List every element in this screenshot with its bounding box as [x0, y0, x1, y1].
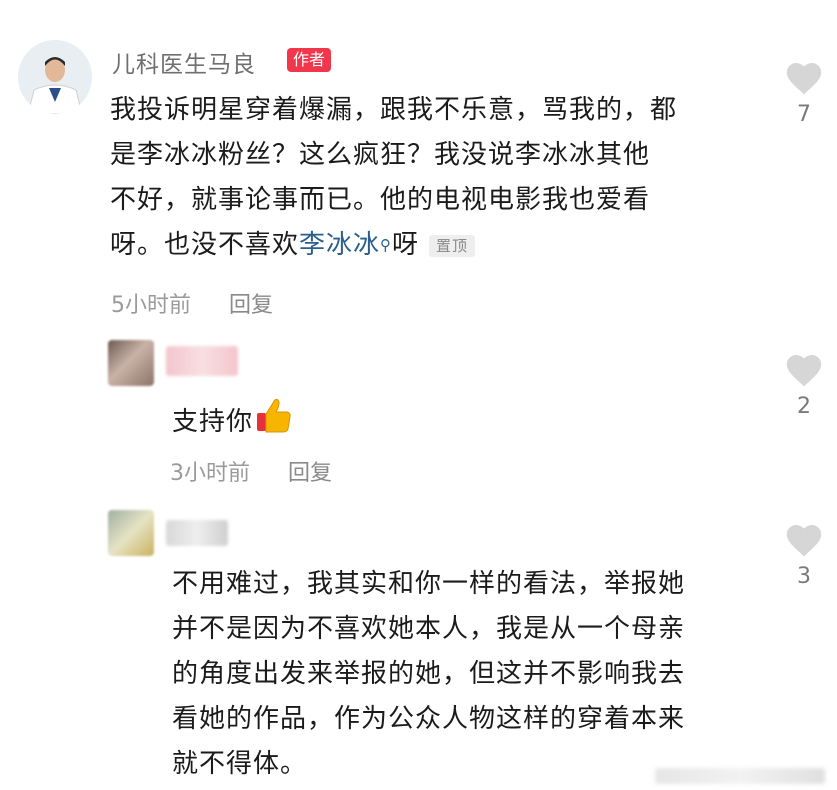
watermark-blurred: [655, 768, 825, 784]
reply-line: 不用难过，我其实和你一样的看法，举报她: [172, 569, 686, 599]
comment-author-name[interactable]: 儿科医生马良: [112, 45, 256, 79]
comment-line: 我投诉明星穿着爆漏，跟我不乐意，骂我的，都: [110, 95, 678, 125]
like-count: 2: [797, 394, 811, 419]
doctor-avatar-image: [18, 40, 92, 114]
reply-text: 支持你: [172, 395, 293, 450]
heart-icon: [779, 60, 829, 96]
comment-time: 5小时前: [111, 293, 191, 318]
like-count: 7: [797, 102, 811, 127]
reply-text: 不用难过，我其实和你一样的看法，举报她 并不是因为不喜欢她本人，我是从一个母亲 …: [172, 562, 772, 787]
author-badge: 作者: [287, 48, 332, 72]
reply-meta: 3小时前 回复: [170, 455, 332, 487]
like-button[interactable]: 7: [779, 60, 829, 127]
reply-line: 并不是因为不喜欢她本人，我是从一个母亲: [172, 614, 686, 644]
reply-line: 的角度出发来举报的她，但这并不影响我去: [172, 659, 686, 689]
heart-icon: [779, 352, 829, 388]
doctor-avatar[interactable]: [18, 40, 92, 114]
comment-line: 呀。也没不喜欢李冰冰⚲呀 置顶: [110, 223, 770, 268]
heart-icon: [779, 522, 829, 558]
user-name-blurred[interactable]: [166, 346, 238, 376]
thumbs-up-icon: [255, 395, 293, 450]
like-button[interactable]: 3: [779, 522, 829, 589]
reply-line: 看她的作品，作为公众人物这样的穿着本来: [172, 704, 686, 734]
comment-line: 不好，就事论事而已。他的电视电影我也爱看: [110, 185, 651, 215]
user-avatar-blurred[interactable]: [108, 510, 154, 556]
comment-text: 我投诉明星穿着爆漏，跟我不乐意，骂我的，都 是李冰冰粉丝？这么疯狂？我没说李冰冰…: [110, 88, 770, 268]
like-count: 3: [797, 564, 811, 589]
reply-button[interactable]: 回复: [288, 461, 332, 486]
search-link[interactable]: 李冰冰⚲: [299, 230, 392, 260]
search-icon: ⚲: [380, 236, 393, 254]
pinned-badge: 置顶: [429, 234, 476, 257]
comment-line: 是李冰冰粉丝？这么疯狂？我没说李冰冰其他: [110, 140, 651, 170]
reply-time: 3小时前: [170, 461, 250, 486]
comment-meta: 5小时前 回复: [111, 287, 273, 319]
user-name-blurred[interactable]: [166, 520, 228, 546]
user-avatar-blurred[interactable]: [108, 340, 154, 386]
reply-button[interactable]: 回复: [229, 293, 273, 318]
like-button[interactable]: 2: [779, 352, 829, 419]
